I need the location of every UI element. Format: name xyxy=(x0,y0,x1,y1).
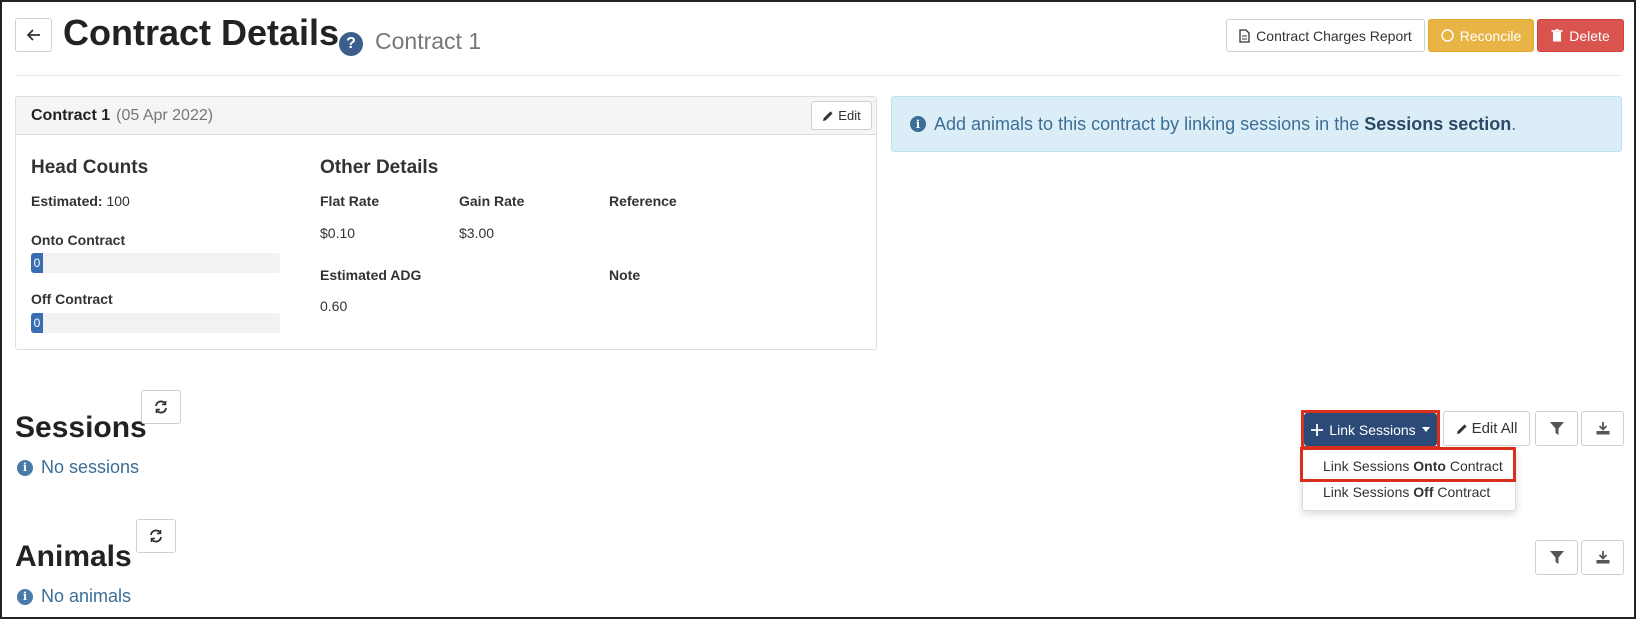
link-sessions-off-item[interactable]: Link Sessions Off Contract xyxy=(1323,484,1490,500)
contract-charges-report-button[interactable]: Contract Charges Report xyxy=(1226,19,1425,52)
reconcile-button[interactable]: Reconcile xyxy=(1428,19,1534,52)
contract-name: Contract 1 xyxy=(31,107,111,124)
refresh-icon xyxy=(149,529,163,543)
contract-panel-title: Contract 1 (05 Apr 2022) xyxy=(31,107,213,125)
link-sessions-label: Link Sessions xyxy=(1329,421,1416,438)
edit-all-button[interactable]: Edit All xyxy=(1443,411,1530,446)
download-icon xyxy=(1596,551,1610,564)
refresh-animals-button[interactable] xyxy=(136,519,176,553)
off-contract-label: Off Contract xyxy=(31,291,113,307)
gain-rate-label: Gain Rate xyxy=(459,193,525,209)
gain-rate-value: $3.00 xyxy=(459,225,495,241)
estimated-value: 100 xyxy=(106,193,130,209)
info-icon: i xyxy=(910,116,926,132)
filter-icon xyxy=(1549,551,1564,564)
edit-all-label: Edit All xyxy=(1471,420,1518,437)
animals-filter-button[interactable] xyxy=(1535,540,1578,575)
contract-panel-header: Contract 1 (05 Apr 2022) Edit xyxy=(16,97,876,135)
estimated-row: Estimated: 100 xyxy=(31,193,130,209)
link-sessions-menu: Link Sessions Onto Contract Link Session… xyxy=(1300,447,1516,511)
report-label: Contract Charges Report xyxy=(1256,27,1412,44)
off-contract-bar: 0 xyxy=(31,313,280,333)
head-counts-heading: Head Counts xyxy=(31,157,149,178)
info-icon: i xyxy=(17,588,33,605)
reference-label: Reference xyxy=(609,193,677,209)
flat-rate-label: Flat Rate xyxy=(320,193,380,209)
pencil-icon xyxy=(822,110,834,122)
animals-download-button[interactable] xyxy=(1581,540,1624,575)
flat-rate-value: $0.10 xyxy=(320,225,356,241)
estimated-adg-label: Estimated ADG xyxy=(320,267,422,283)
onto-contract-value: 0 xyxy=(31,253,43,273)
info-icon: i xyxy=(17,459,33,476)
sessions-download-button[interactable] xyxy=(1581,411,1624,446)
info-text: Add animals to this contract by linking … xyxy=(934,113,1360,134)
pencil-icon xyxy=(1456,423,1468,435)
note-label: Note xyxy=(609,267,641,283)
off-contract-value: 0 xyxy=(31,313,43,333)
menu-text-bold: Onto xyxy=(1413,458,1446,474)
no-sessions-text: No sessions xyxy=(41,457,140,477)
info-end: . xyxy=(1511,113,1517,134)
help-icon[interactable]: ? xyxy=(339,32,363,56)
download-icon xyxy=(1596,422,1610,435)
plus-icon xyxy=(1311,423,1324,436)
onto-contract-bar: 0 xyxy=(31,253,280,273)
document-icon xyxy=(1239,28,1250,43)
other-details-heading: Other Details xyxy=(320,157,439,178)
menu-text: Link Sessions xyxy=(1323,484,1414,500)
no-sessions-message: i No sessions xyxy=(17,457,139,478)
edit-label: Edit xyxy=(838,108,861,123)
back-button[interactable] xyxy=(15,18,52,52)
sessions-section-link[interactable]: Sessions section xyxy=(1364,114,1511,135)
trash-icon xyxy=(1551,29,1563,42)
edit-contract-button[interactable]: Edit xyxy=(811,101,872,130)
sessions-heading: Sessions xyxy=(15,411,147,444)
contract-date: (05 Apr 2022) xyxy=(116,107,214,124)
link-sessions-onto-item[interactable]: Link Sessions Onto Contract xyxy=(1323,458,1503,474)
menu-text: Link Sessions xyxy=(1323,458,1414,474)
link-sessions-button[interactable]: Link Sessions xyxy=(1304,413,1437,446)
arrow-left-icon xyxy=(26,29,41,41)
menu-text: Contract xyxy=(1433,484,1491,500)
filter-icon xyxy=(1549,422,1564,435)
info-alert: i Add animals to this contract by linkin… xyxy=(891,96,1622,152)
refresh-sessions-button[interactable] xyxy=(141,390,181,424)
contract-panel: Contract 1 (05 Apr 2022) Edit Head Counts… xyxy=(15,96,877,350)
menu-text: Contract xyxy=(1445,458,1503,474)
refresh-icon xyxy=(154,400,168,414)
delete-label: Delete xyxy=(1569,27,1610,44)
onto-contract-label: Onto Contract xyxy=(31,232,126,248)
reconcile-label: Reconcile xyxy=(1459,27,1522,44)
page-subtitle: Contract 1 xyxy=(375,28,482,54)
no-animals-message: i No animals xyxy=(17,586,131,607)
delete-button[interactable]: Delete xyxy=(1537,19,1624,52)
animals-heading: Animals xyxy=(15,540,132,573)
estimated-adg-value: 0.60 xyxy=(320,298,348,314)
no-animals-text: No animals xyxy=(41,586,132,606)
header-divider xyxy=(15,75,1621,76)
menu-text-bold: Off xyxy=(1413,484,1434,500)
caret-down-icon xyxy=(1421,427,1430,432)
sessions-filter-button[interactable] xyxy=(1535,411,1578,446)
estimated-label: Estimated: xyxy=(31,193,103,209)
page-title: Contract Details xyxy=(63,12,340,53)
circle-icon xyxy=(1441,29,1454,42)
